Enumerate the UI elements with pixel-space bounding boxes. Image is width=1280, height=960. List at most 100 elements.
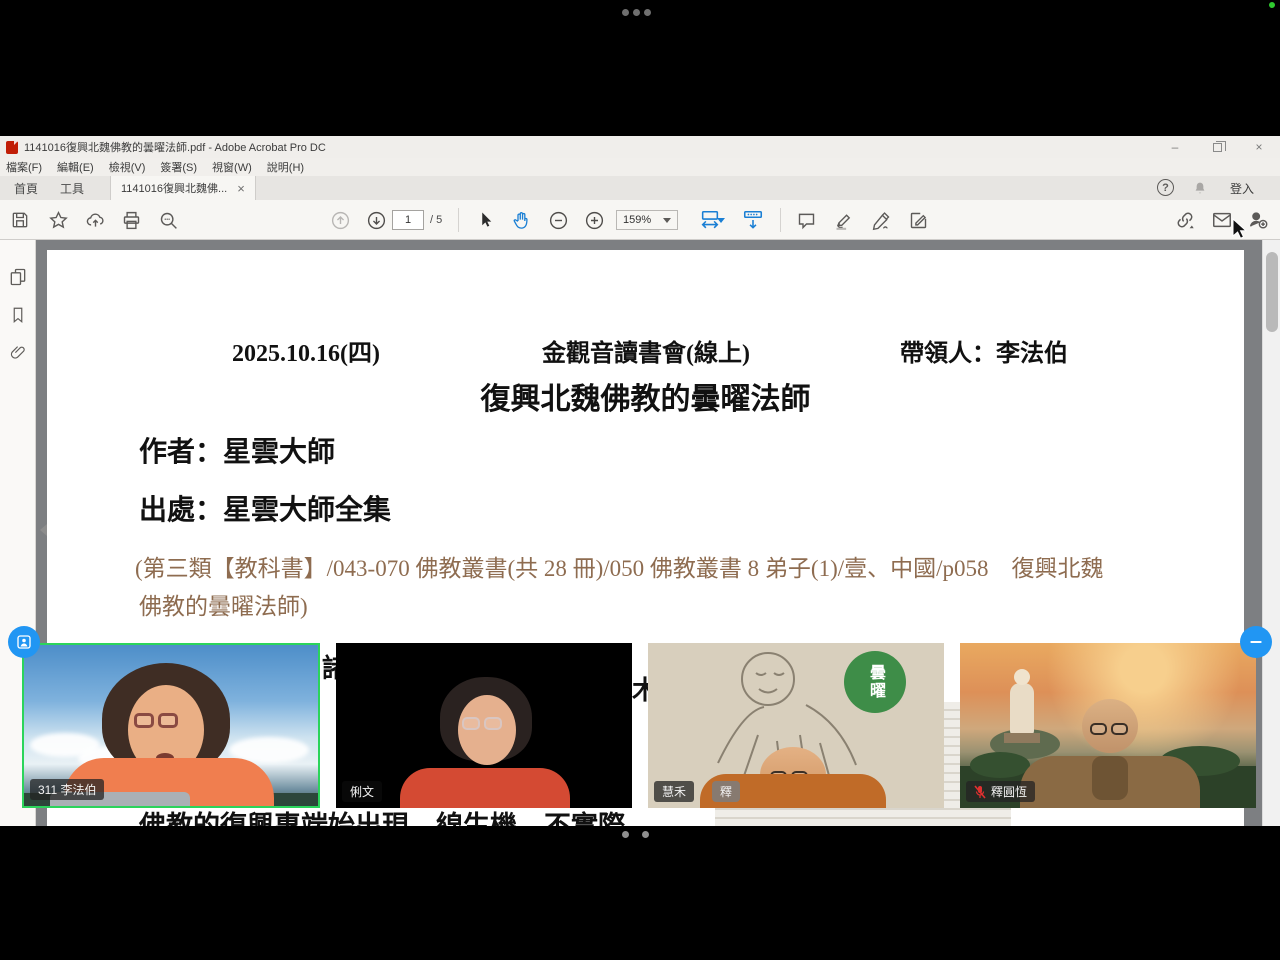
restore-button[interactable] xyxy=(1196,136,1238,158)
participant-video-1[interactable]: 311 李法伯 xyxy=(22,643,320,808)
avatar-face xyxy=(458,695,516,765)
avatar-glasses xyxy=(462,717,502,730)
participant-video-2[interactable]: 俐文 xyxy=(336,643,632,808)
pdf-source: 出處：星雲大師全集 xyxy=(139,488,391,528)
restore-icon xyxy=(1213,143,1222,152)
menu-edit[interactable]: 編輯(E) xyxy=(57,159,94,175)
menu-window[interactable]: 視窗(W) xyxy=(212,159,252,175)
minimize-button[interactable]: – xyxy=(1154,136,1196,158)
menu-help[interactable]: 說明(H) xyxy=(267,159,304,175)
page-thumbnails-icon[interactable] xyxy=(0,260,36,294)
attachments-icon[interactable] xyxy=(0,336,36,370)
pdf-author: 作者：星雲大師 xyxy=(139,430,335,470)
statue-base xyxy=(1004,733,1040,743)
zoom-in-icon[interactable] xyxy=(576,200,612,240)
participant-video-4[interactable]: 釋圓恆 xyxy=(960,643,1256,808)
dot xyxy=(633,9,640,16)
comment-icon[interactable] xyxy=(788,200,824,240)
collapse-panel-icon[interactable] xyxy=(40,524,47,536)
participant-name-badge-overlap: 釋 xyxy=(712,781,740,802)
participant-name-badge: 俐文 xyxy=(342,781,382,802)
switch-view-button[interactable] xyxy=(8,626,40,658)
gallery-page-dots[interactable] xyxy=(622,831,649,838)
buddha-head xyxy=(1014,669,1030,685)
tab-document[interactable]: 1141016復興北魏佛... × xyxy=(110,176,256,200)
toolbar-divider xyxy=(780,208,781,232)
bookmarks-icon[interactable] xyxy=(0,298,36,332)
participant-video-3[interactable]: 曇曜 慧禾 釋 xyxy=(648,643,944,808)
avatar-glasses xyxy=(134,713,178,728)
main-toolbar: 1 / 5 159% xyxy=(0,200,1280,240)
buddha-statue xyxy=(1010,683,1034,735)
participant-name-badge: 釋圓恆 xyxy=(966,781,1035,802)
menu-view[interactable]: 檢視(V) xyxy=(109,159,146,175)
participant-name-badge: 311 李法伯 xyxy=(30,779,104,800)
speaker-view-icon xyxy=(15,633,33,651)
hand-tool-icon[interactable] xyxy=(503,200,539,240)
search-icon[interactable] xyxy=(150,200,186,240)
participant-name-text: 釋圓恆 xyxy=(991,783,1027,800)
dot xyxy=(642,831,649,838)
menu-bar: 檔案(F) 編輯(E) 檢視(V) 簽署(S) 視窗(W) 說明(H) xyxy=(0,158,1280,176)
cloud-upload-icon[interactable] xyxy=(77,200,113,240)
page-number-input[interactable]: 1 xyxy=(392,210,424,230)
close-button[interactable]: × xyxy=(1238,136,1280,158)
sign-pen-icon[interactable] xyxy=(863,200,899,240)
participant-name-badge: 慧禾 xyxy=(654,781,694,802)
tab-close-icon[interactable]: × xyxy=(237,181,245,196)
tab-document-label: 1141016復興北魏佛... xyxy=(121,180,227,196)
status-indicator-dot xyxy=(1269,2,1275,8)
zoom-level-value: 159% xyxy=(623,214,651,226)
tree-top xyxy=(970,752,1030,778)
title-bar: 1141016復興北魏佛教的曇曜法師.pdf - Adobe Acrobat P… xyxy=(0,136,1280,158)
toolbar-position-icon[interactable] xyxy=(735,200,771,240)
print-icon[interactable] xyxy=(113,200,149,240)
bell-icon[interactable] xyxy=(1192,176,1208,200)
fit-width-chevron-icon[interactable] xyxy=(714,200,728,240)
cover-title-seal: 曇曜 xyxy=(844,651,906,713)
share-link-icon[interactable] xyxy=(1167,200,1203,240)
pdf-title: 復興北魏佛教的曇曜法師 xyxy=(47,374,1244,418)
highlighter-icon[interactable] xyxy=(825,200,861,240)
help-icon[interactable]: ? xyxy=(1157,179,1174,196)
dot xyxy=(622,831,629,838)
save-icon[interactable] xyxy=(2,200,38,240)
zoom-out-icon[interactable] xyxy=(540,200,576,240)
tab-bar: 首頁 工具 1141016復興北魏佛... × ? 登入 xyxy=(0,176,1280,200)
tab-tools[interactable]: 工具 xyxy=(60,176,84,200)
pdf-file-icon xyxy=(6,141,18,154)
minus-icon xyxy=(1248,634,1264,650)
previous-page-icon[interactable] xyxy=(322,200,358,240)
meeting-control-dots[interactable] xyxy=(622,9,651,16)
dot xyxy=(644,9,651,16)
pdf-leader: 帶領人：李法伯 xyxy=(900,333,1068,368)
letterbox-bottom xyxy=(0,826,1280,960)
mic-muted-icon xyxy=(974,785,986,799)
avatar-glasses xyxy=(1090,723,1128,735)
pdf-date: 2025.10.16(四) xyxy=(232,333,380,368)
star-icon[interactable] xyxy=(40,200,76,240)
screen: 1141016復興北魏佛教的曇曜法師.pdf - Adobe Acrobat P… xyxy=(0,0,1280,960)
select-tool-icon[interactable] xyxy=(468,200,504,240)
avatar-body xyxy=(400,768,570,808)
page-total-label: / 5 xyxy=(430,200,442,240)
mouse-cursor xyxy=(1231,218,1251,242)
hide-thumbnails-button[interactable] xyxy=(1240,626,1272,658)
tab-home[interactable]: 首頁 xyxy=(14,176,38,200)
chevron-down-icon xyxy=(663,218,671,223)
menu-file[interactable]: 檔案(F) xyxy=(6,159,42,175)
cover-title-text: 曇曜 xyxy=(863,664,887,700)
pdf-reference-line1: (第三類【教科書】/043-070 佛教叢書(共 28 冊)/050 佛教叢書 … xyxy=(135,549,1104,583)
zoom-level-select[interactable]: 159% xyxy=(616,210,678,230)
scrollbar-thumb[interactable] xyxy=(1266,252,1278,332)
signin-button[interactable]: 登入 xyxy=(1230,176,1254,200)
fill-sign-icon[interactable] xyxy=(900,200,936,240)
pdf-event: 金觀音讀書會(線上) xyxy=(542,333,750,368)
pdf-reference-line2: 佛教的曇曜法師) xyxy=(139,587,308,621)
window-title: 1141016復興北魏佛教的曇曜法師.pdf - Adobe Acrobat P… xyxy=(24,139,326,155)
vertical-scrollbar[interactable] xyxy=(1262,240,1280,826)
next-page-icon[interactable] xyxy=(358,200,394,240)
menu-sign[interactable]: 簽署(S) xyxy=(160,159,197,175)
dot xyxy=(622,9,629,16)
robe-collar xyxy=(1092,756,1128,800)
